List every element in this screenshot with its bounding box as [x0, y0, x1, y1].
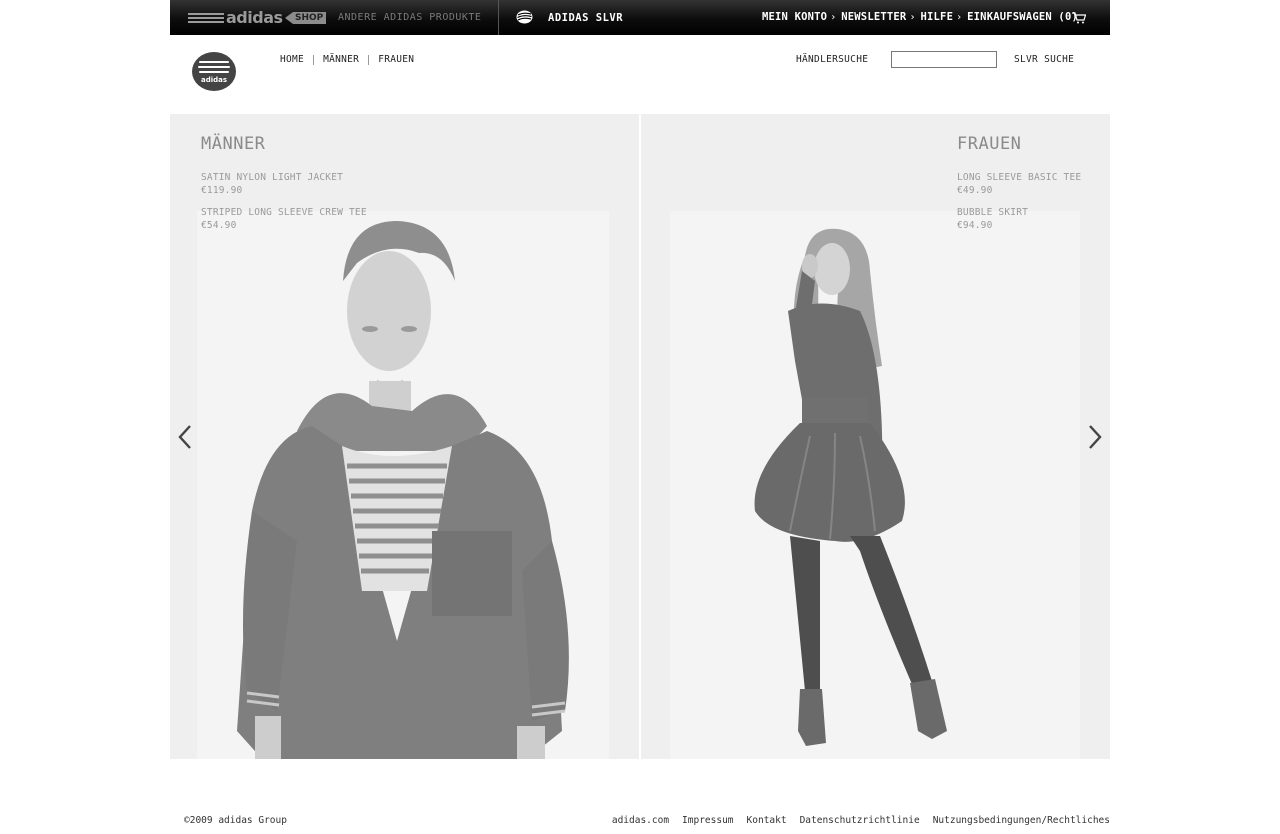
- footer-link-adidas-com[interactable]: adidas.com: [612, 815, 669, 826]
- footer-link-privacy[interactable]: Datenschutzrichtlinie: [800, 815, 920, 826]
- product-price: €119.90: [201, 185, 243, 196]
- product-name: BUBBLE SKIRT: [957, 207, 1029, 218]
- search-input[interactable]: [891, 51, 997, 68]
- footer-link-terms[interactable]: Nutzungsbedingungen/Rechtliches: [933, 815, 1110, 826]
- logo-stripe: [198, 66, 230, 68]
- copyright: ©2009 adidas Group: [184, 815, 287, 826]
- adidas-shop-logo[interactable]: adidas SHOP: [188, 8, 327, 27]
- adidas-logo[interactable]: adidas: [192, 52, 236, 91]
- logo-stripe: [199, 61, 229, 63]
- product-name: LONG SLEEVE BASIC TEE: [957, 172, 1082, 183]
- shop-logo-tag: SHOP: [285, 12, 327, 24]
- men-photo[interactable]: [197, 211, 609, 759]
- footer-link-kontakt[interactable]: Kontakt: [747, 815, 787, 826]
- women-product-2[interactable]: BUBBLE SKIRT €94.90: [957, 206, 1028, 232]
- account-nav: MEIN KONTO › NEWSLETTER › HILFE › EINKAU…: [762, 11, 1078, 23]
- slvr-search-button[interactable]: SLVR SUCHE: [1014, 54, 1074, 65]
- nav-women[interactable]: FRAUEN: [378, 54, 414, 65]
- nav-home[interactable]: HOME: [280, 54, 304, 65]
- product-name: STRIPED LONG SLEEVE CREW TEE: [201, 207, 367, 218]
- nav-separator: [313, 54, 315, 65]
- chevron-right-icon: ›: [909, 11, 916, 23]
- chevron-left-icon[interactable]: [176, 424, 194, 450]
- help-link[interactable]: HILFE: [920, 11, 953, 23]
- logo-stripe: [199, 71, 229, 73]
- shop-logo-word: adidas: [226, 8, 283, 27]
- top-bar: adidas SHOP ANDERE ADIDAS PRODUKTE ADIDA…: [170, 0, 1110, 35]
- newsletter-link[interactable]: NEWSLETTER: [841, 11, 906, 23]
- product-price: €49.90: [957, 185, 993, 196]
- footer-link-impressum[interactable]: Impressum: [682, 815, 733, 826]
- dealer-search-link[interactable]: HÄNDLERSUCHE: [796, 54, 868, 65]
- men-panel[interactable]: MÄNNER SATIN NYLON LIGHT JACKET €119.90 …: [170, 114, 639, 759]
- product-name: SATIN NYLON LIGHT JACKET: [201, 172, 344, 183]
- chevron-right-icon: ›: [956, 11, 963, 23]
- nav-separator: [368, 54, 370, 65]
- men-product-2[interactable]: STRIPED LONG SLEEVE CREW TEE €54.90: [201, 206, 367, 232]
- slvr-logo-icon: [516, 10, 533, 24]
- product-price: €94.90: [957, 220, 993, 231]
- women-panel-title: FRAUEN: [957, 134, 1022, 154]
- product-price: €54.90: [201, 220, 237, 231]
- men-panel-title: MÄNNER: [201, 134, 266, 154]
- chevron-right-icon: ›: [830, 11, 837, 23]
- topbar-divider: [498, 0, 499, 35]
- female-model-image: [754, 228, 947, 746]
- other-products-link[interactable]: ANDERE ADIDAS PRODUKTE: [338, 12, 481, 23]
- my-account-link[interactable]: MEIN KONTO: [762, 11, 827, 23]
- footer-nav: adidas.com Impressum Kontakt Datenschutz…: [599, 815, 1110, 826]
- nav-men[interactable]: MÄNNER: [323, 54, 359, 65]
- women-product-1[interactable]: LONG SLEEVE BASIC TEE €49.90: [957, 171, 1081, 197]
- page-container: adidas SHOP ANDERE ADIDAS PRODUKTE ADIDA…: [170, 0, 1110, 834]
- adidas-slvr-link[interactable]: ADIDAS SLVR: [548, 12, 623, 24]
- main-nav: HOME MÄNNER FRAUEN: [280, 54, 414, 65]
- logo-word: adidas: [201, 76, 228, 84]
- adidas-shop-logo-icon: [188, 13, 224, 25]
- male-model-image: [237, 221, 569, 759]
- cart-link[interactable]: EINKAUFSWAGEN (0): [967, 11, 1078, 23]
- chevron-right-icon[interactable]: [1086, 424, 1104, 450]
- women-photo[interactable]: [670, 211, 1080, 759]
- men-product-1[interactable]: SATIN NYLON LIGHT JACKET €119.90: [201, 171, 343, 197]
- cart-icon[interactable]: [1072, 12, 1086, 24]
- women-panel[interactable]: FRAUEN LONG SLEEVE BASIC TEE €49.90 BUBB…: [641, 114, 1110, 759]
